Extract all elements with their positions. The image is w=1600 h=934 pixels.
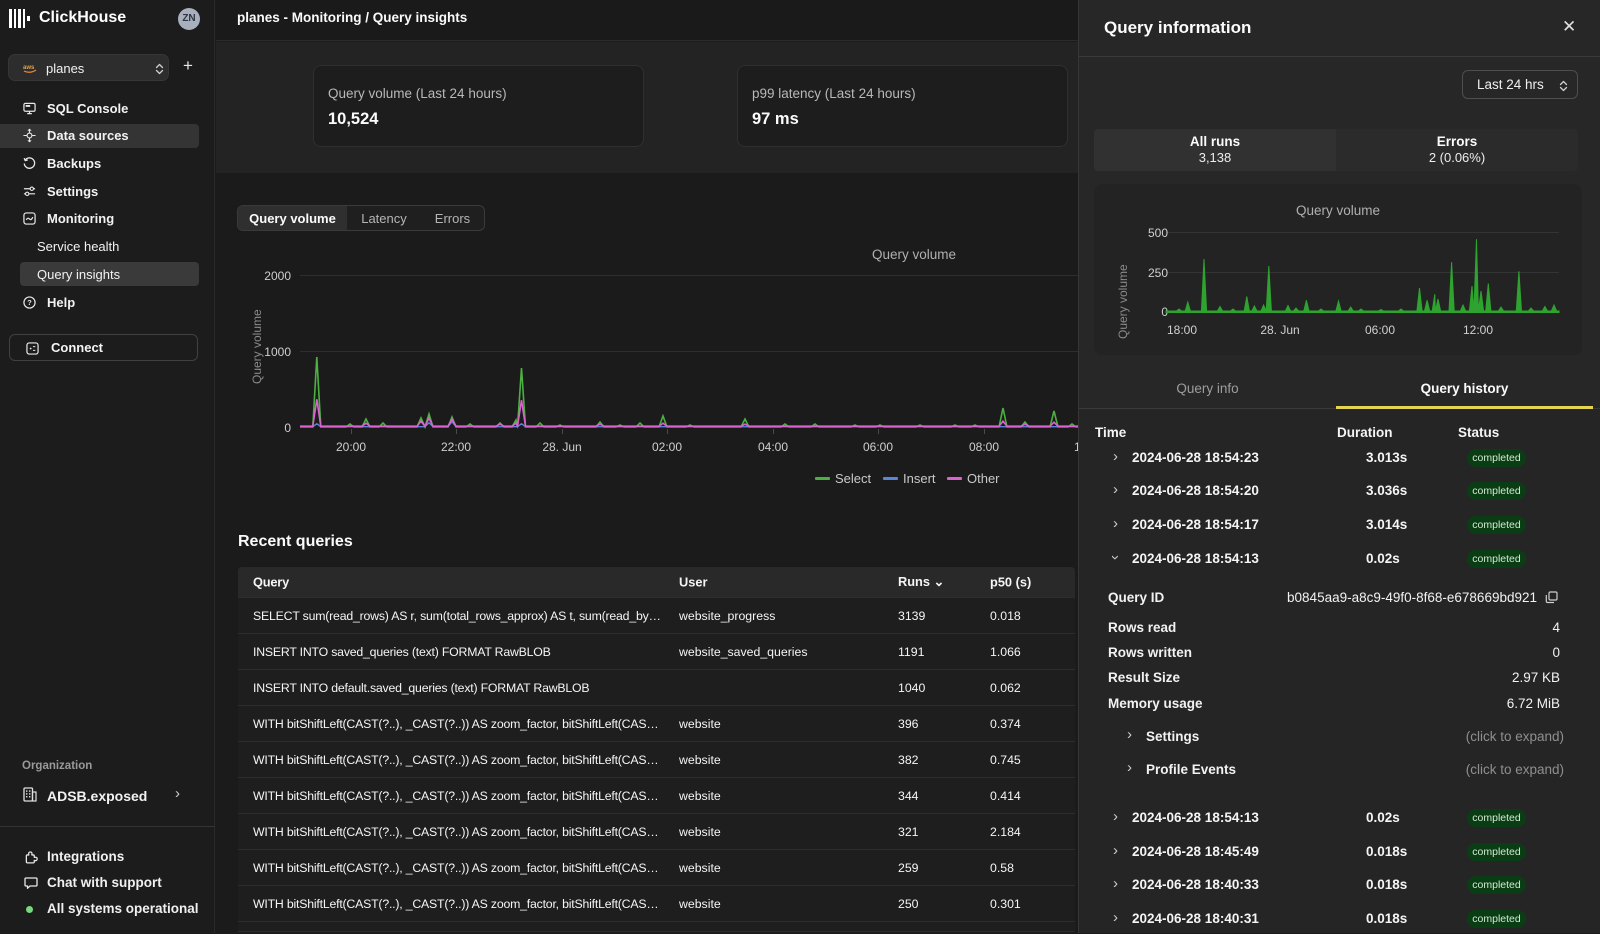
svg-text:?: ? <box>27 297 32 306</box>
svg-text:aws: aws <box>23 65 35 71</box>
